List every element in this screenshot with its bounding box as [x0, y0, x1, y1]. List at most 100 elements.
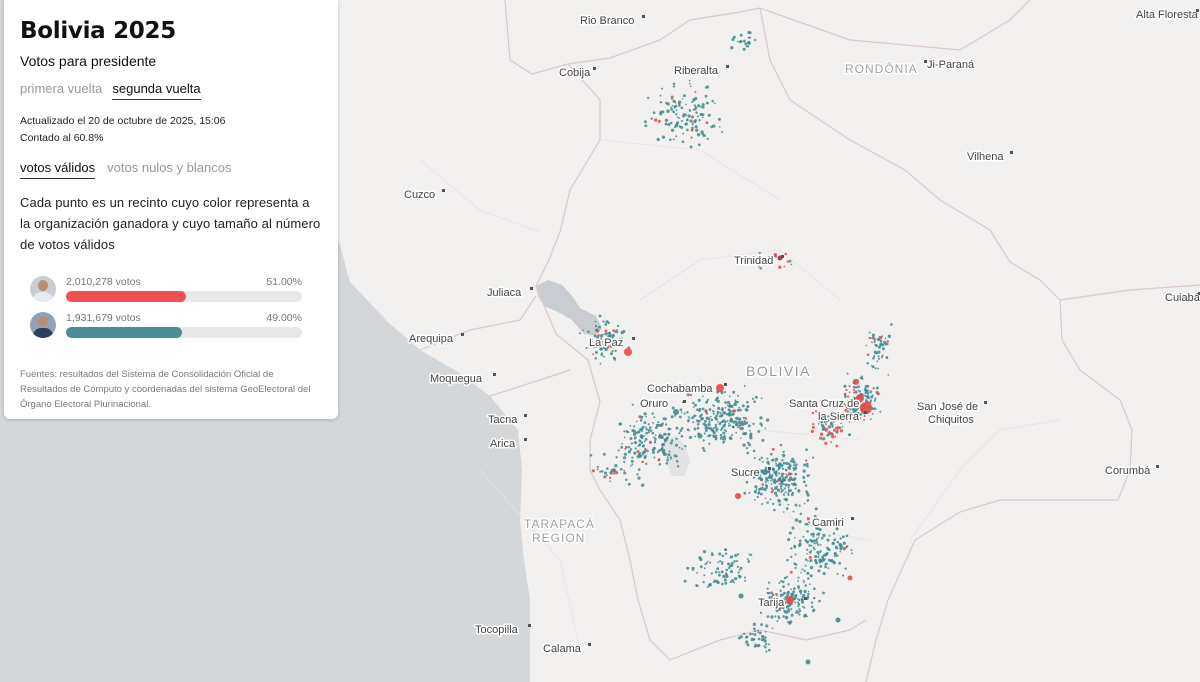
polling-station-dot [734, 420, 737, 423]
polling-station-dot [663, 432, 667, 436]
polling-station-dot [786, 596, 794, 604]
polling-station-dot [810, 601, 814, 604]
polling-station-dot [682, 114, 685, 118]
polling-station-dot [723, 411, 726, 414]
polling-station-dot [689, 85, 692, 88]
polling-station-dot [827, 548, 831, 551]
polling-station-dot [737, 394, 739, 397]
polling-station-dot [736, 40, 739, 43]
tab-segunda-vuelta[interactable]: segunda vuelta [112, 81, 201, 100]
polling-station-dot [746, 558, 749, 561]
polling-station-dot [635, 420, 638, 423]
polling-station-dot [865, 344, 868, 347]
polling-station-dot [683, 579, 687, 583]
polling-station-dot [675, 135, 678, 138]
polling-station-dot [644, 438, 648, 441]
polling-station-dot [822, 591, 825, 595]
polling-station-dot [887, 374, 890, 376]
polling-station-dot [805, 659, 811, 665]
polling-station-dot [657, 449, 661, 453]
polling-station-dot [752, 449, 756, 453]
polling-station-dot [614, 330, 619, 334]
polling-station-dot [819, 564, 823, 568]
polling-station-dot [647, 428, 650, 432]
polling-station-dot [578, 332, 581, 335]
tab-votos-validos[interactable]: votos válidos [20, 160, 96, 179]
polling-station-dot [630, 442, 633, 445]
polling-station-dot [696, 572, 698, 574]
polling-station-dot [747, 560, 751, 563]
polling-station-dot [701, 105, 705, 109]
polling-station-dot [764, 497, 767, 500]
polling-station-dot [721, 130, 724, 134]
city-marker [593, 67, 596, 70]
polling-station-dot [797, 605, 800, 608]
polling-station-dot [656, 137, 660, 142]
polling-station-dot [791, 457, 795, 461]
polling-station-dot [873, 399, 876, 402]
polling-station-dot [825, 427, 829, 432]
polling-station-dot [777, 464, 780, 467]
candidate-stats: 2,010,278 votos 51.00% [66, 276, 302, 288]
polling-station-dot [736, 560, 739, 563]
polling-station-dot [722, 431, 726, 435]
polling-station-dot [765, 650, 768, 653]
polling-station-dot [629, 424, 632, 427]
polling-station-dot [721, 438, 724, 441]
polling-station-dot [714, 416, 717, 419]
polling-station-dot [634, 441, 638, 445]
polling-station-dot [643, 456, 646, 460]
polling-station-dot [683, 412, 686, 415]
polling-station-dot [686, 566, 690, 570]
polling-station-dot [808, 550, 812, 554]
polling-station-dot [672, 110, 675, 113]
candidate-percentage: 51.00% [266, 276, 302, 288]
polling-station-dot [761, 483, 764, 486]
tab-primera-vuelta[interactable]: primera vuelta [20, 81, 102, 100]
polling-station-dot [664, 118, 669, 122]
tab-votos-nulos-blancos[interactable]: votos nulos y blancos [107, 160, 231, 179]
polling-station-dot [717, 406, 721, 410]
polling-station-dot [633, 437, 636, 440]
polling-station-dot [784, 479, 787, 482]
polling-station-dot [667, 427, 671, 431]
polling-station-dot [782, 493, 786, 496]
polling-station-dot [721, 407, 724, 410]
polling-station-dot [672, 138, 675, 141]
polling-station-dot [807, 590, 810, 593]
polling-station-dot [794, 518, 799, 522]
polling-station-dot [637, 476, 641, 480]
polling-station-dot [678, 117, 681, 119]
polling-station-dot [835, 444, 839, 448]
polling-station-dot [620, 446, 624, 449]
polling-station-dot [743, 39, 746, 43]
polling-station-dot [699, 565, 703, 569]
polling-station-dot [836, 541, 840, 544]
polling-station-dot [617, 449, 620, 452]
polling-station-dot [734, 400, 738, 404]
polling-station-dot [727, 424, 730, 427]
polling-station-dot [873, 355, 876, 358]
polling-station-dot [758, 251, 761, 255]
polling-station-dot [759, 611, 763, 614]
polling-station-dot [657, 119, 661, 123]
city-label: San José de [917, 401, 978, 413]
polling-station-dot [758, 458, 761, 461]
polling-station-dot [790, 555, 793, 559]
polling-station-dot [799, 512, 803, 516]
polling-station-dot [787, 492, 790, 495]
polling-station-dot [810, 429, 814, 433]
candidate-row: 1,931,679 votos 49.00% [30, 307, 322, 343]
polling-station-dot [685, 103, 687, 106]
polling-station-dot [648, 426, 652, 429]
polling-station-dot [705, 101, 709, 105]
polling-station-dot [782, 615, 785, 618]
polling-station-dot [687, 415, 690, 418]
polling-station-dot [790, 547, 793, 550]
polling-station-dot [687, 114, 691, 118]
polling-station-dot [658, 423, 662, 427]
polling-station-dot [696, 426, 700, 430]
polling-station-dot [784, 498, 788, 502]
polling-station-dot [765, 476, 769, 480]
polling-station-dot [691, 123, 694, 126]
